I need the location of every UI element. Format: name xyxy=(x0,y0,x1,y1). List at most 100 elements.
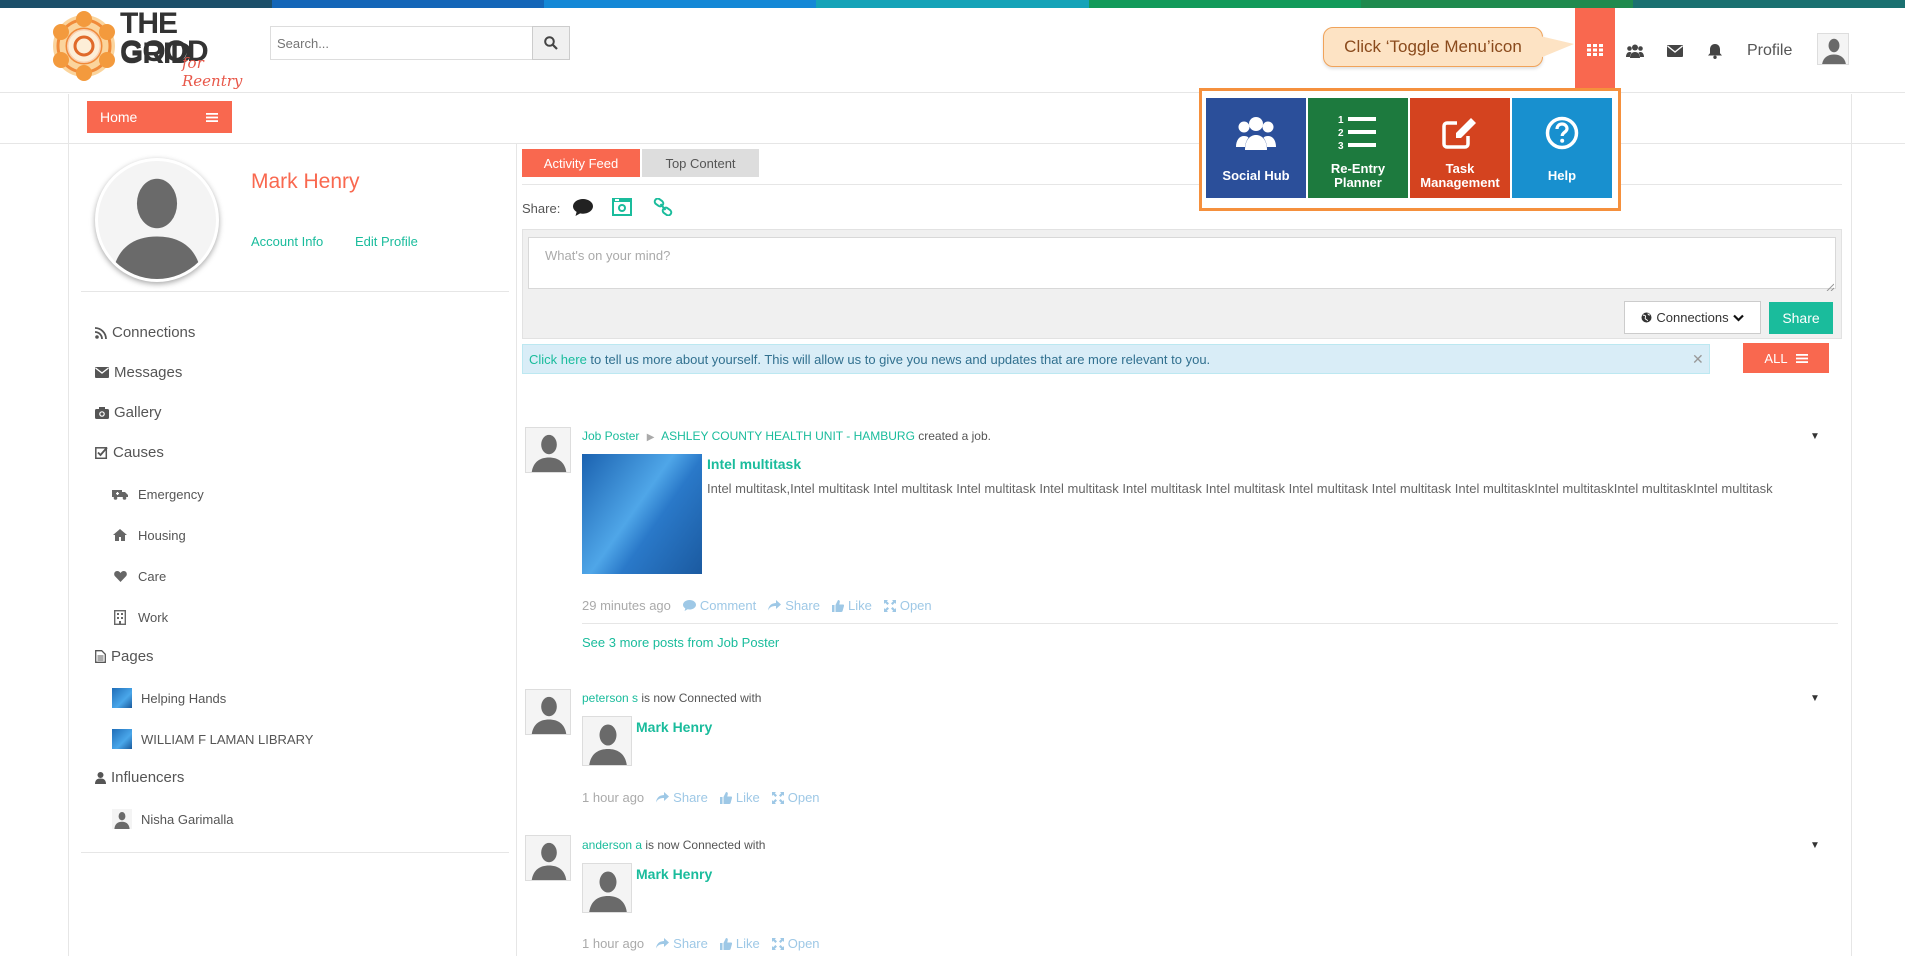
status-textarea[interactable]: What's on your mind? xyxy=(528,237,1836,289)
profile-avatar[interactable] xyxy=(95,158,219,282)
rss-icon xyxy=(95,326,107,339)
sidebar-item-messages[interactable]: Messages xyxy=(95,364,182,381)
connected-user-name[interactable]: Mark Henry xyxy=(636,866,712,882)
post-menu-caret-icon[interactable]: ▼ xyxy=(1810,840,1820,851)
svg-text:2: 2 xyxy=(1338,128,1344,139)
sidebar-item-label: Pages xyxy=(111,648,154,665)
profile-link[interactable]: Profile xyxy=(1747,42,1792,60)
user-name[interactable]: Mark Henry xyxy=(251,170,360,194)
influencer-item[interactable]: Nisha Garimalla xyxy=(112,809,233,829)
cause-item-housing[interactable]: Housing xyxy=(112,527,186,543)
tile-label: Help xyxy=(1547,168,1577,183)
post-menu-caret-icon[interactable]: ▼ xyxy=(1810,431,1820,442)
like-action[interactable]: Like xyxy=(831,598,872,613)
avatar[interactable] xyxy=(525,427,571,473)
envelope-icon[interactable] xyxy=(1664,42,1686,60)
timestamp: 29 minutes ago xyxy=(582,598,671,613)
tile-social-hub[interactable]: Social Hub xyxy=(1206,98,1306,198)
sidebar-item-label: Connections xyxy=(112,324,196,341)
logo-text-grid: GRID xyxy=(120,37,192,70)
post-image[interactable] xyxy=(582,454,702,574)
sidebar-item-label: Messages xyxy=(114,364,183,381)
sidebar-item-label: Causes xyxy=(113,444,164,461)
tab-top-content[interactable]: Top Content xyxy=(642,149,759,177)
cause-label: Housing xyxy=(138,527,186,543)
share-action[interactable]: Share xyxy=(656,936,708,951)
share-icon xyxy=(656,792,670,803)
tile-help[interactable]: Help xyxy=(1512,98,1612,198)
cause-item-emergency[interactable]: Emergency xyxy=(112,486,204,502)
sidebar-item-influencers[interactable]: Influencers xyxy=(95,769,184,786)
photo-icon[interactable] xyxy=(611,196,633,218)
share-action[interactable]: Share xyxy=(768,598,820,613)
connected-user-avatar[interactable] xyxy=(582,863,632,913)
tile-task-management[interactable]: Task Management xyxy=(1410,98,1510,198)
expand-icon xyxy=(771,791,784,804)
search-input[interactable] xyxy=(270,26,535,60)
avatar[interactable] xyxy=(525,689,571,735)
click-here-link[interactable]: Click here xyxy=(529,352,587,367)
cause-item-care[interactable]: Care xyxy=(112,568,166,584)
svg-text:1: 1 xyxy=(1338,115,1344,126)
avatar[interactable] xyxy=(525,835,571,881)
account-info-link[interactable]: Account Info xyxy=(251,234,323,249)
toggle-menu-button[interactable] xyxy=(1575,8,1615,92)
comment-action[interactable]: Comment xyxy=(682,598,756,613)
connected-user-avatar[interactable] xyxy=(582,716,632,766)
search-button[interactable] xyxy=(532,26,570,60)
tab-activity-feed[interactable]: Activity Feed xyxy=(522,149,640,177)
share-button[interactable]: Share xyxy=(1769,302,1833,334)
question-icon xyxy=(1545,116,1579,150)
sidebar-item-pages[interactable]: Pages xyxy=(95,648,154,665)
tile-label-line2: Management xyxy=(1420,175,1500,190)
page-item-library[interactable]: WILLIAM F LAMAN LIBRARY xyxy=(112,729,313,749)
open-action[interactable]: Open xyxy=(771,790,820,805)
ambulance-icon xyxy=(112,490,128,500)
cause-item-work[interactable]: Work xyxy=(112,609,168,625)
file-icon xyxy=(95,650,106,663)
post-menu-caret-icon[interactable]: ▼ xyxy=(1810,693,1820,704)
site-logo[interactable]: THE GOOD GRID for Reentry xyxy=(48,6,263,90)
share-action[interactable]: Share xyxy=(656,790,708,805)
top-color-strip xyxy=(0,0,1905,8)
author-link[interactable]: anderson a xyxy=(582,838,642,852)
post-description: Intel multitask,Intel multitask Intel mu… xyxy=(707,481,1773,496)
connections-label: Connections xyxy=(1656,310,1729,325)
tile-label-line1: Re-Entry xyxy=(1330,161,1386,176)
timestamp: 1 hour ago xyxy=(582,936,645,951)
share-label: Share: xyxy=(522,201,561,216)
open-action[interactable]: Open xyxy=(883,598,932,613)
tile-reentry-planner[interactable]: 1 2 3 Re-Entry Planner xyxy=(1308,98,1408,198)
users-icon[interactable] xyxy=(1624,42,1646,60)
user-icon xyxy=(95,771,106,784)
tile-label-line2: Planner xyxy=(1334,175,1382,190)
link-icon[interactable] xyxy=(652,196,674,218)
filter-all-button[interactable]: ALL xyxy=(1743,343,1829,373)
numbered-list-icon: 1 2 3 xyxy=(1338,115,1376,150)
post-header: anderson a is now Connected with xyxy=(582,838,765,852)
influencer-label: Nisha Garimalla xyxy=(141,811,234,827)
like-action[interactable]: Like xyxy=(719,790,760,805)
see-more-posts-link[interactable]: See 3 more posts from Job Poster xyxy=(582,635,779,650)
edit-icon xyxy=(1442,118,1476,149)
author-link[interactable]: peterson s xyxy=(582,691,638,705)
sidebar-item-connections[interactable]: Connections xyxy=(95,324,195,341)
sidebar-item-gallery[interactable]: Gallery xyxy=(95,404,162,421)
header-avatar[interactable] xyxy=(1817,33,1849,65)
thumbs-up-icon xyxy=(719,791,732,804)
sidebar-item-causes[interactable]: Causes xyxy=(95,444,164,461)
bell-icon[interactable] xyxy=(1704,42,1726,60)
connected-user-name[interactable]: Mark Henry xyxy=(636,719,712,735)
author-link[interactable]: Job Poster xyxy=(582,429,639,443)
page-thumbnail xyxy=(112,688,132,708)
open-action[interactable]: Open xyxy=(771,936,820,951)
edit-profile-link[interactable]: Edit Profile xyxy=(355,234,418,249)
comment-icon[interactable] xyxy=(572,196,594,218)
target-link[interactable]: ASHLEY COUNTY HEALTH UNIT - HAMBURG xyxy=(661,429,915,443)
close-icon[interactable]: ✕ xyxy=(1692,351,1704,368)
connections-dropdown[interactable]: Connections xyxy=(1624,301,1761,334)
post-title[interactable]: Intel multitask xyxy=(707,456,801,472)
home-menu-button[interactable]: Home xyxy=(87,101,232,133)
page-item-helping-hands[interactable]: Helping Hands xyxy=(112,688,226,708)
like-action[interactable]: Like xyxy=(719,936,760,951)
